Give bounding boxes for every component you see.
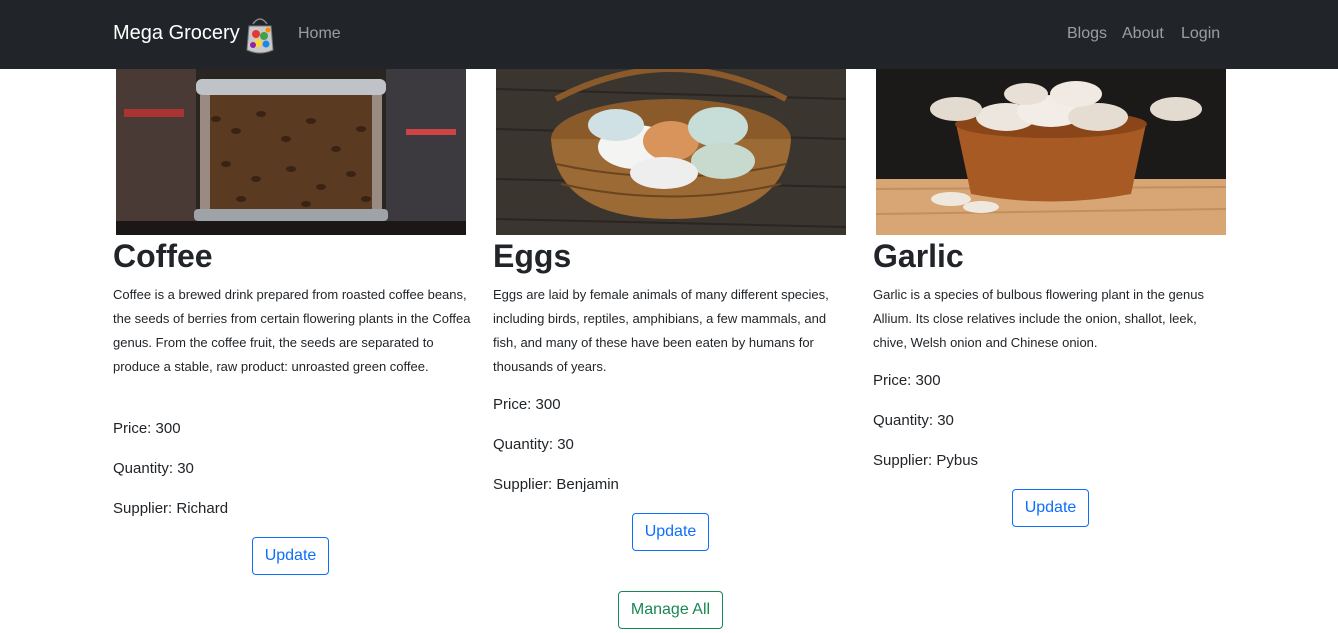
nav-blogs-link[interactable]: Blogs <box>1067 24 1107 44</box>
product-price: Price: 300 <box>113 420 181 437</box>
product-quantity: Quantity: 30 <box>113 460 194 477</box>
product-description: Coffee is a brewed drink prepared from r… <box>113 287 471 374</box>
grocery-bag-logo-icon <box>246 18 274 54</box>
manage-all-button[interactable]: Manage All <box>618 591 723 629</box>
update-button[interactable]: Update <box>1012 489 1089 527</box>
coffee-image <box>116 69 466 235</box>
product-price: Price: 300 <box>493 396 561 413</box>
navbar: Mega Grocery Home Blogs About Login <box>0 0 1338 69</box>
product-title: Coffee <box>113 238 213 274</box>
product-title: Garlic <box>873 238 964 274</box>
product-description: Garlic is a species of bulbous flowering… <box>873 287 1204 350</box>
product-price: Price: 300 <box>873 372 941 389</box>
product-title: Eggs <box>493 238 572 274</box>
product-supplier: Supplier: Richard <box>113 500 229 517</box>
garlic-image <box>876 69 1226 235</box>
eggs-image <box>496 69 846 235</box>
brand-name: Mega Grocery <box>113 21 240 44</box>
product-supplier: Supplier: Pybus <box>873 452 979 469</box>
product-description: Eggs are laid by female animals of many … <box>493 287 829 374</box>
nav-home-link[interactable]: Home <box>298 24 341 44</box>
nav-login-link[interactable]: Login <box>1181 24 1220 44</box>
product-quantity: Quantity: 30 <box>493 436 574 453</box>
update-button[interactable]: Update <box>252 537 329 575</box>
nav-about-link[interactable]: About <box>1122 24 1164 44</box>
brand-link[interactable]: Mega Grocery <box>113 18 276 54</box>
update-button[interactable]: Update <box>632 513 709 551</box>
product-quantity: Quantity: 30 <box>873 412 954 429</box>
product-supplier: Supplier: Benjamin <box>493 476 619 493</box>
